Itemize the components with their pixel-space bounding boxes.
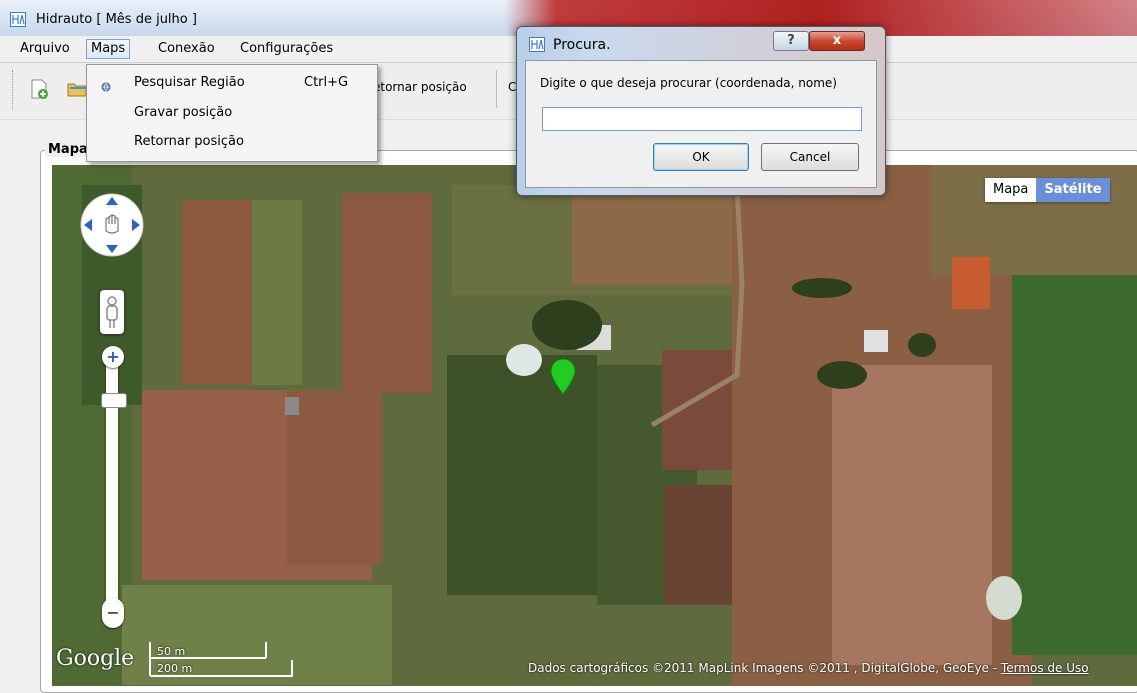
- copyright-text: Dados cartográficos ©2011 MapLink Imagen…: [528, 661, 998, 675]
- terms-of-use-link[interactable]: Termos de Uso: [1001, 661, 1089, 675]
- dialog-close-button[interactable]: x: [809, 31, 865, 51]
- search-input[interactable]: [542, 107, 862, 131]
- dialog-prompt: Digite o que deseja procurar (coordenada…: [540, 76, 837, 90]
- map-panel-label: Mapa: [45, 142, 91, 157]
- street-view-pegman-icon[interactable]: [100, 290, 124, 334]
- google-logo: Google: [56, 646, 135, 671]
- open-folder-icon[interactable]: [66, 78, 88, 100]
- dialog-app-icon: [529, 37, 545, 52]
- toolbar-separator: [496, 70, 497, 108]
- cancel-button[interactable]: Cancel: [761, 143, 859, 171]
- new-document-icon[interactable]: [28, 78, 50, 100]
- map-type-satelite-button[interactable]: Satélite: [1036, 178, 1110, 202]
- location-marker-icon[interactable]: [550, 359, 576, 395]
- dialog-help-button[interactable]: ?: [773, 31, 809, 51]
- maps-dropdown-menu: Pesquisar Região Ctrl+G Gravar posição R…: [86, 64, 378, 162]
- pan-control-icon[interactable]: [78, 191, 146, 259]
- window-title: Hidrauto [ Mês de julho ]: [36, 12, 197, 27]
- menu-arquivo[interactable]: Arquivo: [16, 40, 74, 58]
- map-copyright: Dados cartográficos ©2011 MapLink Imagen…: [528, 661, 1089, 675]
- menu-configuracoes[interactable]: Configurações: [236, 40, 337, 58]
- toolbar-retornar-posicao[interactable]: etornar posição: [373, 80, 467, 94]
- satellite-imagery: [52, 165, 1137, 686]
- map-type-control: Mapa Satélite: [985, 178, 1110, 202]
- zoom-slider-track[interactable]: [106, 352, 118, 607]
- toolbar-grip[interactable]: [12, 70, 16, 110]
- app-icon: [10, 12, 26, 27]
- menu-item-retornar-posicao[interactable]: Retornar posição: [134, 131, 244, 153]
- satellite-map[interactable]: [52, 165, 1137, 686]
- dialog-body: Digite o que deseja procurar (coordenada…: [525, 60, 877, 188]
- search-dialog: Procura. ? x Digite o que deseja procura…: [516, 26, 886, 196]
- ok-button[interactable]: OK: [653, 143, 749, 171]
- menu-item-gravar-posicao[interactable]: Gravar posição: [134, 102, 232, 124]
- menu-item-pesquisar-regiao[interactable]: Pesquisar Região: [134, 72, 245, 94]
- menu-maps[interactable]: Maps: [86, 39, 131, 59]
- scale-bar-icon: [149, 642, 293, 677]
- menu-shortcut-ctrl-g: Ctrl+G: [304, 75, 349, 90]
- map-type-mapa-button[interactable]: Mapa: [985, 178, 1037, 202]
- zoom-slider-thumb[interactable]: [101, 393, 127, 408]
- search-globe-icon: [101, 82, 111, 92]
- dialog-title: Procura.: [553, 37, 611, 53]
- menu-conexao[interactable]: Conexão: [154, 40, 219, 58]
- zoom-in-button[interactable]: +: [102, 346, 124, 368]
- zoom-out-button[interactable]: −: [102, 598, 124, 628]
